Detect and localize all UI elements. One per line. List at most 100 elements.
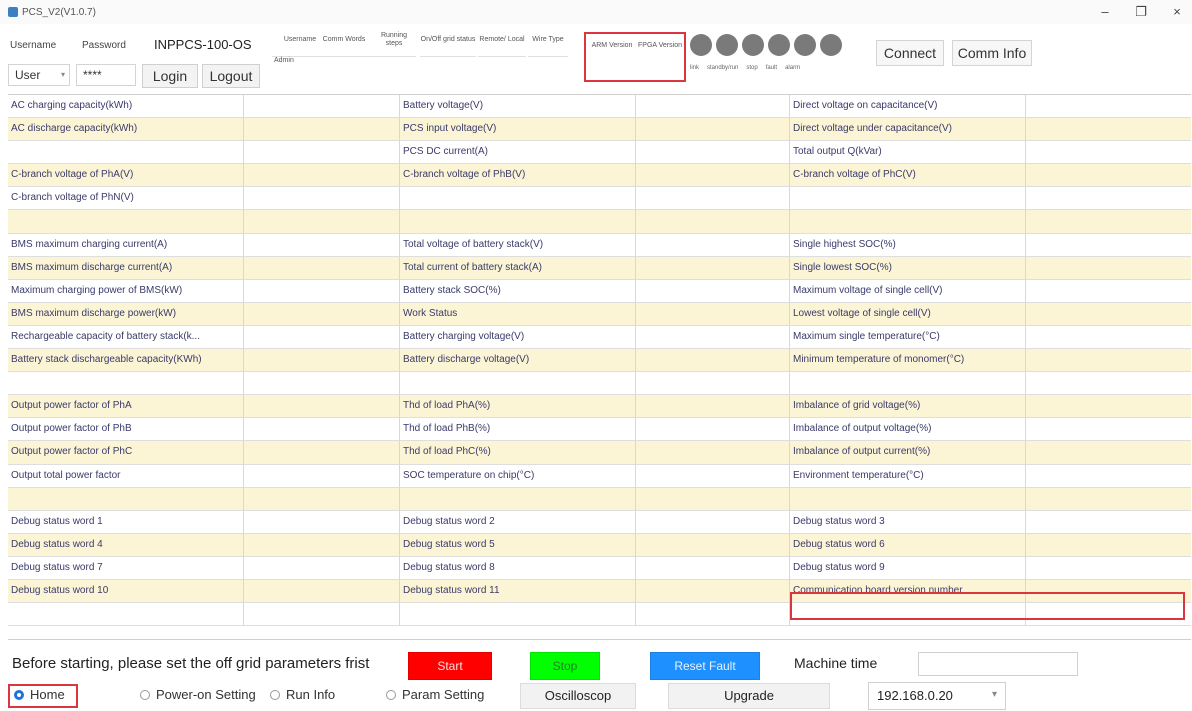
param-name-cell: Environment temperature(°C)	[790, 464, 1026, 488]
table-row	[8, 372, 1191, 396]
param-name-cell: BMS maximum discharge power(kW)	[8, 302, 244, 326]
login-button[interactable]: Login	[142, 64, 198, 88]
maximize-button[interactable]: ❐	[1134, 4, 1148, 20]
param-name-cell: Debug status word 3	[790, 510, 1026, 534]
param-name-cell	[8, 487, 244, 511]
param-value-cell	[636, 533, 790, 557]
param-value-cell	[1026, 465, 1191, 488]
param-name-cell: Debug status word 5	[400, 533, 636, 557]
nav-home[interactable]: Home	[14, 687, 65, 702]
minimize-button[interactable]: –	[1098, 4, 1112, 20]
user-select-value: User	[15, 68, 41, 82]
logout-button[interactable]: Logout	[202, 64, 260, 88]
param-name-cell	[400, 187, 636, 211]
param-name-cell: Battery charging voltage(V)	[400, 325, 636, 350]
machine-time-label: Machine time	[794, 655, 878, 671]
fpga-version-col: FPGA Version	[638, 34, 682, 90]
param-name-cell: Debug status word 2	[400, 510, 636, 534]
param-value-cell	[1026, 372, 1191, 396]
radio-icon	[270, 689, 280, 700]
table-row: Output power factor of PhA Thd of load Ph…	[8, 395, 1191, 419]
param-name-cell: Debug status word 1	[8, 510, 244, 534]
comm-info-button[interactable]: Comm Info	[952, 40, 1032, 66]
param-value-cell	[636, 349, 790, 373]
param-value-cell	[636, 579, 790, 604]
nav-run-info[interactable]: Run Info	[270, 687, 335, 702]
param-value-cell	[244, 302, 400, 326]
param-value-cell	[636, 372, 790, 396]
param-name-cell	[400, 210, 636, 234]
param-name-cell: Single highest SOC(%)	[790, 233, 1026, 257]
param-value-cell	[244, 603, 400, 627]
table-row: Output power factor of PhC Thd of load Ph…	[8, 441, 1191, 465]
param-value-cell	[636, 418, 790, 442]
ip-address-value: 192.168.0.20	[877, 688, 953, 703]
param-value-cell	[1026, 95, 1191, 119]
user-select[interactable]: User ▾	[8, 64, 70, 86]
led-label: link	[690, 65, 700, 71]
window-controls: – ❐ ×	[1098, 4, 1184, 20]
link-led-icon	[690, 34, 712, 56]
close-button[interactable]: ×	[1170, 4, 1184, 20]
param-value-cell	[244, 256, 400, 280]
radio-selected-icon	[14, 689, 24, 700]
reset-fault-button[interactable]: Reset Fault	[650, 652, 760, 680]
param-name-cell: Debug status word 7	[8, 556, 244, 580]
param-value-cell	[244, 95, 400, 119]
offgrid-notice: Before starting, please set the off grid…	[12, 655, 370, 672]
param-value-cell	[636, 302, 790, 326]
grid-header: FPGA Version	[638, 42, 682, 49]
param-value-cell	[244, 395, 400, 419]
param-value-cell	[636, 279, 790, 303]
param-name-cell: Debug status word 4	[8, 533, 244, 557]
param-name-cell: AC discharge capacity(kWh)	[8, 118, 244, 142]
connect-button[interactable]: Connect	[876, 40, 944, 66]
grid-value	[638, 62, 682, 84]
param-name-cell	[8, 141, 244, 165]
table-row	[8, 210, 1191, 234]
nav-power-on-setting[interactable]: Power-on Setting	[140, 687, 256, 702]
table-row: Output power factor of PhB Thd of load Ph…	[8, 418, 1191, 442]
param-value-cell	[244, 464, 400, 488]
grid-value	[420, 56, 476, 78]
upgrade-button[interactable]: Upgrade	[668, 683, 830, 709]
param-value-cell	[244, 187, 400, 211]
password-input[interactable]: ****	[76, 64, 136, 86]
param-value-cell	[244, 118, 400, 142]
param-value-cell	[244, 372, 400, 396]
param-value-cell	[244, 349, 400, 373]
param-value-cell	[636, 325, 790, 350]
param-name-cell: Total current of battery stack(A)	[400, 256, 636, 280]
param-value-cell	[244, 556, 400, 580]
led-label: alarm	[785, 65, 801, 71]
param-value-cell	[244, 233, 400, 257]
grid-header: ARM Version	[591, 42, 633, 49]
table-row: BMS maximum discharge current(A) Total cu…	[8, 256, 1191, 280]
wire-type-col: Wire Type	[528, 28, 568, 84]
param-name-cell: Output power factor of PhB	[8, 418, 244, 442]
param-name-cell	[400, 372, 636, 396]
param-value-cell	[1026, 164, 1191, 188]
param-value-cell	[636, 395, 790, 419]
start-button[interactable]: Start	[408, 652, 492, 680]
ip-address-select[interactable]: 192.168.0.20 ▾	[868, 682, 1006, 710]
grid-value	[372, 56, 416, 78]
radio-icon	[386, 689, 396, 700]
grid-header: Running steps	[380, 32, 408, 47]
toolbar: Username Password INPPCS-100-OS User ▾ *…	[0, 24, 1192, 94]
param-name-cell: C-branch voltage of PhB(V)	[400, 164, 636, 188]
param-name-cell: Imbalance of output current(%)	[790, 441, 1026, 465]
oscilloscop-button[interactable]: Oscilloscop	[520, 683, 636, 709]
param-value-cell	[244, 325, 400, 350]
stop-button[interactable]: Stop	[530, 652, 600, 680]
table-row: Debug status word 7 Debug status word 8 De…	[8, 556, 1191, 580]
led-label: fault	[765, 65, 778, 71]
param-value-cell	[244, 441, 400, 465]
param-value-cell	[1026, 187, 1191, 211]
param-name-cell: Lowest voltage of single cell(V)	[790, 302, 1026, 326]
nav-param-setting[interactable]: Param Setting	[386, 687, 484, 702]
param-value-cell	[636, 441, 790, 465]
param-name-cell: Thd of load PhB(%)	[400, 418, 636, 442]
title-bar: PCS_V2(V1.0.7) – ❐ ×	[0, 0, 1192, 24]
param-name-cell	[8, 372, 244, 396]
